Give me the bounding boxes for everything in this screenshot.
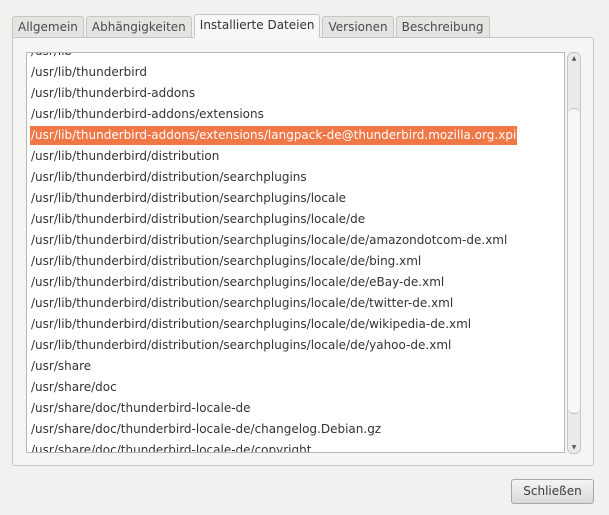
file-list-item[interactable]: /usr/lib/thunderbird-addons/extensions (27, 104, 564, 125)
file-path: /usr/lib/thunderbird-addons (31, 86, 196, 100)
file-list-item[interactable]: /usr/lib/thunderbird/distribution (27, 146, 564, 167)
tab-allgemein[interactable]: Allgemein (12, 16, 84, 38)
file-path: /usr/lib/thunderbird/distribution (31, 149, 220, 163)
file-list-item[interactable]: /usr/lib (27, 53, 564, 62)
scroll-up-arrow-icon[interactable]: ▲ (568, 55, 580, 62)
file-list-item[interactable]: /usr/lib/thunderbird/distribution/search… (27, 167, 564, 188)
tab-installierte-dateien[interactable]: Installierte Dateien (193, 14, 321, 38)
file-path: /usr/lib/thunderbird (31, 65, 147, 79)
file-list-item[interactable]: /usr/share/doc (27, 377, 564, 398)
scrollbar-thumb[interactable] (568, 108, 580, 414)
file-path: /usr/lib (31, 53, 72, 58)
file-list-item[interactable]: /usr/lib/thunderbird/distribution/search… (27, 230, 564, 251)
file-list-item[interactable]: /usr/lib/thunderbird/distribution/search… (27, 251, 564, 272)
file-path: /usr/lib/thunderbird/distribution/search… (31, 191, 347, 205)
file-list-item[interactable]: /usr/lib/thunderbird/distribution/search… (27, 293, 564, 314)
tab-versionen[interactable]: Versionen (322, 16, 394, 38)
tab-bar: Allgemein Abhängigkeiten Installierte Date… (12, 14, 490, 38)
file-list-item[interactable]: /usr/share/doc/thunderbird-locale-de (27, 398, 564, 419)
file-path: /usr/share/doc/thunderbird-locale-de (31, 401, 251, 415)
scrollbar[interactable]: ▲ ▼ (567, 52, 581, 454)
tab-beschreibung[interactable]: Beschreibung (395, 16, 490, 38)
file-path: /usr/share (31, 359, 92, 373)
file-path: /usr/lib/thunderbird/distribution/search… (31, 296, 454, 310)
file-path: /usr/lib/thunderbird/distribution/search… (31, 212, 366, 226)
file-list-item[interactable]: /usr/lib/thunderbird/distribution/search… (27, 188, 564, 209)
file-list-item[interactable]: /usr/lib/thunderbird/distribution/search… (27, 272, 564, 293)
file-list-item[interactable]: /usr/lib/thunderbird/distribution/search… (27, 314, 564, 335)
file-list-item[interactable]: /usr/share (27, 356, 564, 377)
file-list[interactable]: /usr/lib/usr/lib/thunderbird/usr/lib/thu… (26, 52, 565, 453)
file-list-item[interactable]: /usr/lib/thunderbird-addons/extensions/l… (27, 125, 564, 146)
installed-files-panel: /usr/lib/usr/lib/thunderbird/usr/lib/thu… (12, 37, 594, 466)
file-list-item[interactable]: /usr/share/doc/thunderbird-locale-de/cha… (27, 419, 564, 440)
file-path: /usr/lib/thunderbird/distribution/search… (31, 170, 307, 184)
file-path: /usr/lib/thunderbird/distribution/search… (31, 233, 508, 247)
scroll-down-arrow-icon[interactable]: ▼ (568, 444, 580, 451)
file-path: /usr/lib/thunderbird/distribution/search… (31, 338, 452, 352)
file-path: /usr/share/doc/thunderbird-locale-de/cop… (31, 443, 312, 453)
file-path: /usr/share/doc (31, 380, 117, 394)
file-path: /usr/lib/thunderbird/distribution/search… (31, 317, 472, 331)
file-path: /usr/share/doc/thunderbird-locale-de/cha… (31, 422, 382, 436)
close-button[interactable]: Schließen (511, 479, 594, 504)
file-list-item[interactable]: /usr/lib/thunderbird/distribution/search… (27, 209, 564, 230)
file-list-item[interactable]: /usr/lib/thunderbird-addons (27, 83, 564, 104)
file-path: /usr/lib/thunderbird/distribution/search… (31, 275, 445, 289)
tab-abh-ngigkeiten[interactable]: Abhängigkeiten (85, 16, 192, 38)
file-list-item[interactable]: /usr/lib/thunderbird (27, 62, 564, 83)
file-list-item[interactable]: /usr/share/doc/thunderbird-locale-de/cop… (27, 440, 564, 453)
file-path: /usr/lib/thunderbird-addons/extensions (31, 107, 264, 121)
file-path: /usr/lib/thunderbird-addons/extensions/l… (30, 126, 518, 145)
file-path: /usr/lib/thunderbird/distribution/search… (31, 254, 422, 268)
file-list-item[interactable]: /usr/lib/thunderbird/distribution/search… (27, 335, 564, 356)
